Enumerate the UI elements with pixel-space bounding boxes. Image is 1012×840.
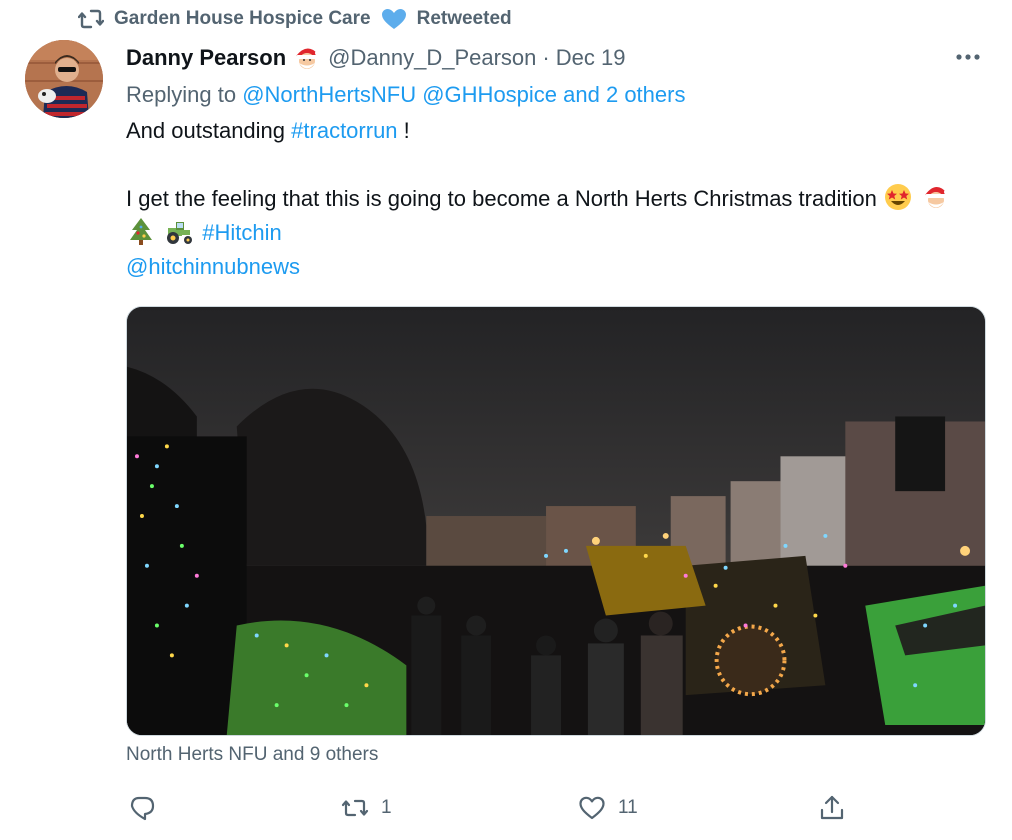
tweet: Danny Pearson @Danny_D_Pearson · Dec 19 …	[126, 40, 986, 284]
more-options-button[interactable]	[950, 42, 986, 72]
christmas-tree-icon	[130, 218, 152, 245]
heart-icon	[579, 796, 605, 820]
reply-targets-link[interactable]: @NorthHertsNFU @GHHospice and 2 others	[242, 82, 685, 107]
retweet-icon	[78, 9, 104, 29]
hashtag-hitchin[interactable]: #Hitchin	[202, 220, 281, 245]
retweet-banner[interactable]: Garden House Hospice Care Retweeted	[78, 6, 512, 32]
retweeter-name[interactable]: Garden House Hospice Care	[114, 8, 371, 30]
text-line1: And outstanding	[126, 118, 286, 143]
share-button[interactable]	[818, 790, 858, 826]
more-icon	[956, 54, 980, 60]
retweeted-label: Retweeted	[416, 8, 512, 29]
reply-prefix: Replying to	[126, 82, 237, 107]
like-count: 11	[618, 797, 638, 818]
star-struck-icon	[884, 184, 911, 210]
reply-icon	[130, 796, 155, 821]
tractor-icon	[167, 222, 193, 244]
handle[interactable]: @Danny_D_Pearson	[328, 45, 536, 71]
text-line1-suffix: !	[403, 118, 410, 143]
hashtag-tractorrun[interactable]: #tractorrun	[291, 118, 397, 143]
avatar[interactable]	[25, 40, 103, 118]
separator: ·	[542, 45, 550, 70]
tweet-photo[interactable]	[126, 306, 986, 736]
tweet-date[interactable]: Dec 19	[556, 45, 626, 71]
photo-tractor-run	[127, 307, 985, 735]
text-para2: I get the feeling that this is going to …	[126, 186, 877, 211]
mention-hitchinnubnews[interactable]: @hitchinnubnews	[126, 254, 300, 279]
reply-context: Replying to @NorthHertsNFU @GHHospice an…	[126, 76, 986, 114]
santa-icon	[925, 186, 951, 208]
share-icon	[820, 795, 844, 820]
tweet-text: And outstanding #tractorrun ! I get the …	[126, 114, 986, 284]
santa-icon	[296, 48, 322, 69]
blue-heart-icon	[381, 9, 406, 29]
action-bar: 1 11	[126, 790, 866, 826]
retweet-icon	[341, 799, 369, 817]
like-button[interactable]: 11	[578, 790, 638, 826]
retweet-count: 1	[381, 797, 392, 818]
tweet-header: Danny Pearson @Danny_D_Pearson · Dec 19	[126, 40, 986, 76]
liked-by[interactable]: North Herts NFU and 9 others	[126, 742, 378, 768]
display-name[interactable]: Danny Pearson	[126, 45, 286, 71]
reply-button[interactable]	[128, 790, 168, 826]
retweet-button[interactable]: 1	[341, 790, 392, 826]
